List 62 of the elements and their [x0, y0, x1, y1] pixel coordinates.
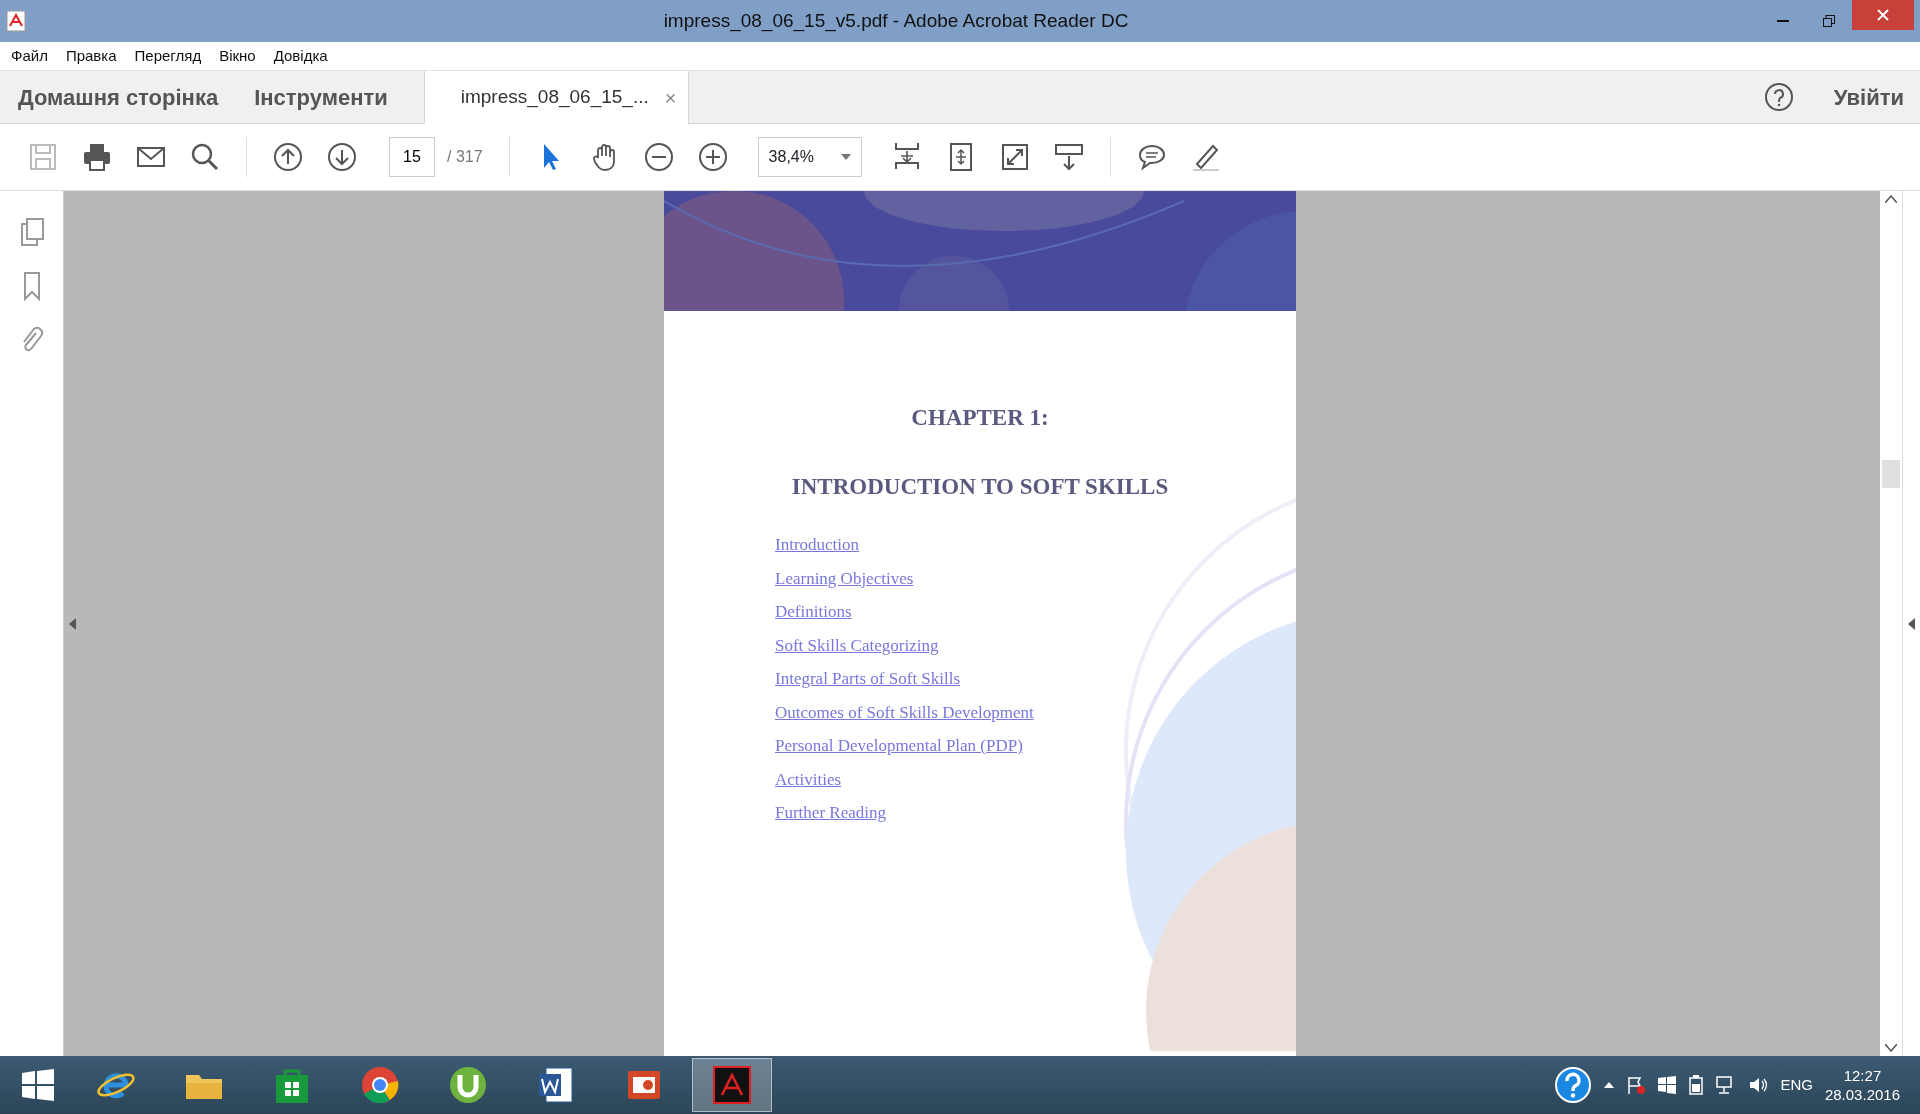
- menu-item[interactable]: Вікно: [212, 42, 263, 70]
- close-icon: [1877, 9, 1889, 21]
- contents-link[interactable]: Learning Objectives: [775, 565, 914, 591]
- chapter-title: INTRODUCTION TO SOFT SKILLS: [790, 472, 1170, 501]
- pen-icon: [1190, 142, 1221, 172]
- app-logo-icon: [6, 10, 26, 32]
- tray-expand-icon[interactable]: [1604, 1082, 1615, 1088]
- menu-item[interactable]: Перегляд: [127, 42, 209, 70]
- full-screen-icon: [999, 142, 1030, 172]
- contents-link[interactable]: Activities: [775, 766, 842, 792]
- contents-link[interactable]: Definitions: [775, 599, 852, 625]
- caret-icon: [840, 154, 851, 160]
- chrome-icon: [360, 1065, 400, 1105]
- contents-link[interactable]: Outcomes of Soft Skills Development: [775, 699, 1034, 725]
- scrollbar-thumb[interactable]: [1882, 459, 1900, 488]
- document-w-icon: [536, 1065, 576, 1105]
- contents-link[interactable]: Soft Skills Categorizing: [775, 632, 939, 658]
- contents-link[interactable]: Integral Parts of Soft Skills: [775, 666, 961, 692]
- battery-icon[interactable]: [1688, 1075, 1705, 1095]
- windows-logo-icon: [21, 1068, 55, 1102]
- chapter-heading: CHAPTER 1:: [910, 404, 1050, 432]
- page-number-field[interactable]: 15: [389, 137, 435, 177]
- window-title: impress_08_06_15_v5.pdf - Adobe Acrobat Reader DC: [662, 8, 1130, 34]
- menu-item[interactable]: Файл: [4, 42, 55, 70]
- scroll-down-icon[interactable]: [1885, 1044, 1897, 1052]
- language-indicator[interactable]: ENG: [1780, 1073, 1813, 1097]
- tab-close-button[interactable]: ×: [664, 82, 677, 113]
- menu-item[interactable]: Довідка: [266, 42, 335, 70]
- tab[interactable]: Інструменти: [236, 71, 406, 123]
- scroll-up-icon[interactable]: [1885, 195, 1897, 203]
- zoom-out-icon: [643, 142, 674, 172]
- zoom-in-icon: [697, 142, 728, 172]
- save-icon: [28, 142, 58, 172]
- page-up-icon: [273, 142, 303, 172]
- read-mode-icon: [1053, 142, 1084, 172]
- speech-bubble-icon: [1136, 142, 1167, 172]
- windows-logo-icon[interactable]: [1658, 1076, 1677, 1094]
- u-logo-icon: [448, 1065, 488, 1105]
- help-icon[interactable]: [1763, 82, 1794, 112]
- restore-icon: [1823, 15, 1835, 27]
- pdf-logo-icon: [712, 1065, 752, 1105]
- print-icon: [82, 142, 112, 172]
- minimize-icon: [1777, 20, 1789, 22]
- zoom-dropdown[interactable]: 38,4%: [757, 137, 862, 177]
- page-down-icon: [327, 142, 357, 172]
- expand-arrow-icon[interactable]: [1908, 617, 1915, 630]
- contents-link[interactable]: Introduction: [775, 532, 860, 558]
- taskbar-app[interactable]: [692, 1058, 772, 1112]
- contents-link[interactable]: Further Reading: [775, 800, 886, 826]
- menu-item[interactable]: Правка: [58, 42, 124, 70]
- contents-link[interactable]: Personal Developmental Plan (PDP): [775, 733, 1023, 759]
- search-icon: [190, 142, 220, 172]
- page-count: / 317: [447, 147, 483, 167]
- clock-time[interactable]: 12:27: [1843, 1065, 1882, 1085]
- sign-in-link[interactable]: Увійти: [1817, 71, 1920, 123]
- flag-icon[interactable]: [1626, 1075, 1647, 1095]
- speaker-icon[interactable]: [1748, 1075, 1769, 1095]
- close-button[interactable]: [1852, 0, 1914, 30]
- tab[interactable]: Домашня сторінка: [0, 71, 237, 123]
- document-tab[interactable]: impress_08_06_15_... ×: [423, 71, 690, 124]
- collapse-arrow-icon[interactable]: [68, 617, 76, 630]
- clock-date[interactable]: 28.03.2016: [1824, 1085, 1900, 1105]
